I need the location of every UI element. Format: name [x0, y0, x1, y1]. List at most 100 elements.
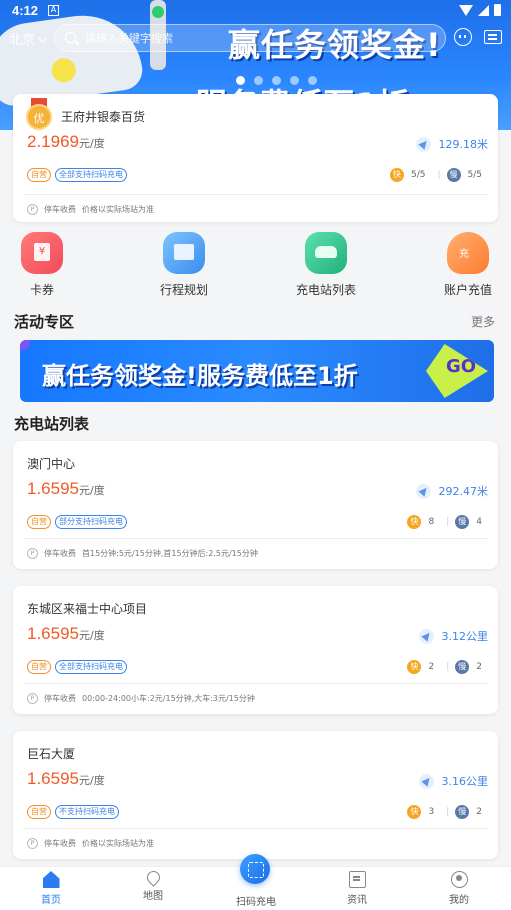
parking-note: 00:00-24:00小车:2元/15分钟,大车:3元/15分钟 [82, 694, 255, 703]
medal-badge: 优 [26, 104, 52, 130]
fast-count: 2 [428, 662, 435, 672]
price-value: 1.6595 [27, 479, 79, 498]
nav-news[interactable]: 资讯 [322, 871, 392, 906]
city-selector[interactable]: 北京 [9, 29, 48, 48]
fast-count: 3 [428, 807, 435, 817]
nav-label: 资讯 [347, 895, 367, 906]
home-icon [42, 871, 60, 888]
signal-icon [478, 4, 489, 16]
parking-info: P 停车收费 价格以实际场站为准 [27, 204, 154, 215]
parking-info: P 停车收费 价格以实际场站为准 [27, 838, 154, 849]
slow-count: 4 [476, 517, 482, 527]
pager-dot [290, 76, 299, 85]
divider [23, 683, 488, 684]
price-unit: 元/度 [79, 774, 105, 787]
coupon-icon [21, 232, 63, 274]
nav-label: 地图 [143, 891, 163, 902]
self-operated-tag: 自营 [27, 168, 51, 182]
medal-icon: 优 [25, 98, 53, 130]
station-card[interactable]: 澳门中心 1.6595元/度 292.47米 自营 部分支持扫码充电 快 8 |… [13, 441, 498, 569]
distance-value: 3.12公里 [441, 630, 489, 643]
recharge-icon [447, 232, 489, 274]
search-input[interactable] [85, 29, 425, 47]
pager-dot [254, 76, 263, 85]
parking-note: 价格以实际场站为准 [82, 205, 154, 214]
parking-info: P 停车收费 首15分钟:5元/15分钟,首15分钟后:2.5元/15分钟 [27, 548, 258, 559]
nearest-station-card[interactable]: 优 王府井银泰百货 2.1969元/度 129.18米 自营 全部支持扫码充电 … [13, 94, 498, 222]
quick-menu-label: 账户充值 [443, 283, 492, 297]
scan-charge-button[interactable] [240, 854, 270, 884]
fast-charge-icon: 快 [407, 805, 422, 819]
promo-banner[interactable]: 赢任务领奖金!服务费低至1折 GO [20, 340, 494, 402]
decoration [20, 340, 30, 350]
slow-charge-icon: 慢 [446, 168, 461, 182]
quick-menu-recharge[interactable]: 账户充值 [428, 232, 508, 298]
station-distance[interactable]: 129.18米 [415, 136, 489, 152]
station-price: 1.6595元/度 [27, 479, 105, 499]
search-bar[interactable] [54, 24, 446, 52]
more-link[interactable]: 更多 [471, 313, 495, 330]
banner-pager [236, 76, 317, 85]
quick-menu-label: 行程规划 [159, 283, 208, 297]
station-card[interactable]: 东城区来福士中心项目 1.6595元/度 3.12公里 自营 全部支持扫码充电 … [13, 586, 498, 714]
parking-info: P 停车收费 00:00-24:00小车:2元/15分钟,大车:3元/15分钟 [27, 693, 255, 704]
pager-dot [236, 76, 245, 85]
parking-note: 价格以实际场站为准 [82, 839, 154, 848]
activity-section-title: 活动专区 [14, 313, 75, 331]
quick-menu-coupon[interactable]: 卡券 [2, 232, 82, 298]
city-name: 北京 [9, 33, 36, 48]
battery-icon [494, 4, 501, 16]
navigation-icon [415, 136, 431, 152]
nav-map[interactable]: 地图 [118, 868, 188, 902]
slow-charge-icon: 慢 [455, 805, 470, 819]
station-name: 东城区来福士中心项目 [27, 602, 148, 616]
charger-counts: 快 2 | 慢 2 [407, 660, 488, 674]
count-separator: | [437, 170, 441, 180]
system-icons [459, 4, 501, 16]
fast-charge-icon: 快 [407, 660, 422, 674]
parking-note: 首15分钟:5元/15分钟,首15分钟后:2.5元/15分钟 [82, 549, 258, 558]
slow-count: 2 [476, 807, 482, 817]
station-price: 2.1969元/度 [27, 132, 105, 152]
quick-menu-label: 充电站列表 [295, 283, 356, 297]
fast-charge-icon: 快 [407, 515, 422, 529]
nav-home[interactable]: 首页 [16, 871, 86, 906]
scan-support-tag: 部分支持扫码充电 [55, 515, 127, 529]
chevron-down-icon [37, 32, 48, 43]
go-button[interactable]: GO [426, 344, 488, 398]
station-distance[interactable]: 3.16公里 [418, 773, 489, 789]
quick-menu-station-list[interactable]: 充电站列表 [286, 232, 366, 298]
distance-value: 129.18米 [438, 138, 489, 151]
station-name: 澳门中心 [27, 457, 76, 471]
slow-count: 2 [476, 662, 482, 672]
self-operated-tag: 自营 [27, 805, 51, 819]
station-distance[interactable]: 292.47米 [415, 483, 488, 499]
trip-plan-icon [163, 232, 205, 274]
station-card[interactable]: 巨石大厦 1.6595元/度 3.16公里 自营 不支持扫码充电 快 3 | 慢… [13, 731, 498, 859]
message-icon[interactable] [484, 30, 502, 44]
divider [23, 538, 488, 539]
parking-label: 停车收费 [44, 205, 76, 214]
fast-charge-icon: 快 [389, 168, 404, 182]
scan-support-tag: 全部支持扫码充电 [55, 168, 127, 182]
count-separator: | [446, 662, 450, 672]
station-name: 王府井银泰百货 [61, 110, 146, 124]
station-tags: 自营 部分支持扫码充电 [27, 515, 127, 529]
navigation-icon [418, 773, 434, 789]
parking-label: 停车收费 [44, 694, 76, 703]
top-bar: 北京 [0, 24, 511, 52]
navigation-icon [418, 628, 434, 644]
station-distance[interactable]: 3.12公里 [418, 628, 489, 644]
station-tags: 自营 不支持扫码充电 [27, 805, 119, 819]
quick-menu-trip-plan[interactable]: 行程规划 [144, 232, 224, 298]
charger-counts: 快 8 | 慢 4 [407, 515, 488, 529]
status-time: 4:12 [12, 3, 39, 18]
nav-me[interactable]: 我的 [424, 871, 494, 906]
robot-service-icon[interactable] [454, 28, 472, 46]
slow-count: 5/5 [467, 170, 482, 180]
distance-value: 3.16公里 [441, 775, 489, 788]
slow-charge-icon: 慢 [455, 515, 470, 529]
pager-dot [272, 76, 281, 85]
price-value: 2.1969 [27, 132, 79, 151]
price-unit: 元/度 [79, 484, 105, 497]
